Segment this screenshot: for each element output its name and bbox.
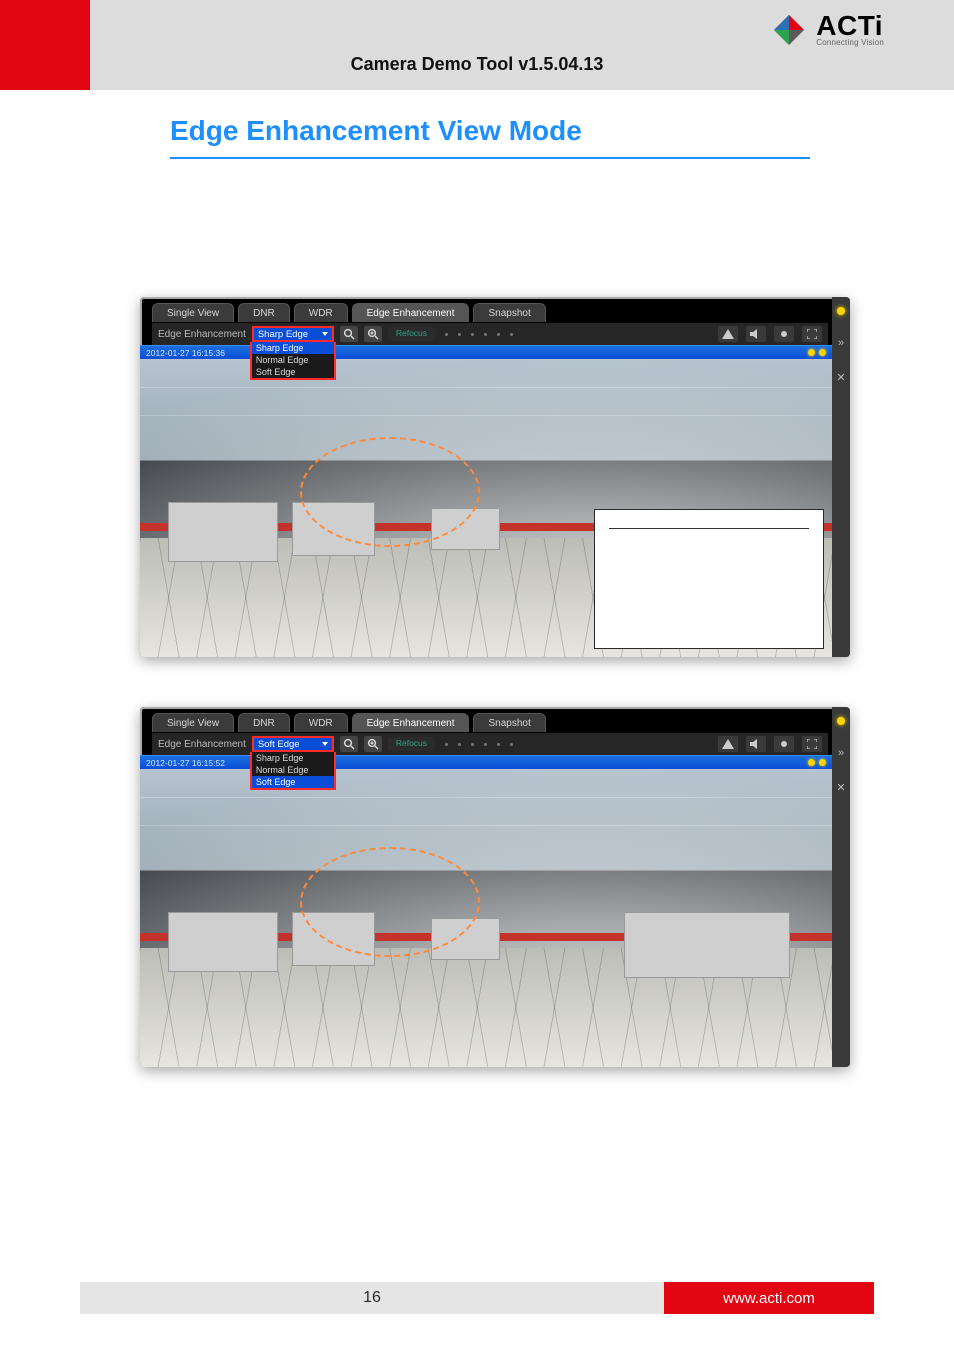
- stream-info-bar: 2012-01-27 16:15:36: [140, 345, 832, 359]
- logo-text-block: ACTi Connecting Vision: [816, 12, 884, 47]
- tab-single-view[interactable]: Single View: [152, 303, 234, 322]
- tab-snapshot[interactable]: Snapshot: [473, 713, 545, 732]
- edge-mode-dropdown[interactable]: Sharp Edge Sharp Edge Normal Edge Soft E…: [252, 326, 334, 342]
- section-rule: [170, 157, 810, 159]
- mode-tabs: Single View DNR WDR Edge Enhancement Sna…: [152, 303, 546, 322]
- warning-icon[interactable]: [718, 736, 738, 752]
- status-leds: [808, 349, 826, 356]
- tab-edge-enhancement[interactable]: Edge Enhancement: [352, 713, 470, 732]
- section-title: Edge Enhancement View Mode: [170, 115, 824, 147]
- stream-info-bar: 2012-01-27 16:15:52: [140, 755, 832, 769]
- chevron-down-icon: [322, 742, 328, 746]
- record-icon[interactable]: [774, 736, 794, 752]
- annotation-callout: [594, 509, 824, 649]
- dropdown-selected: Sharp Edge: [258, 329, 308, 340]
- tool-icon[interactable]: ✕: [832, 781, 850, 794]
- timestamp: 2012-01-27 16:15:36: [146, 348, 225, 358]
- scene-partition: [168, 502, 279, 562]
- zoom-in-button[interactable]: [364, 736, 382, 752]
- highlight-ellipse: [300, 437, 480, 547]
- zoom-out-button[interactable]: [340, 326, 358, 342]
- record-indicator-icon: [837, 307, 845, 315]
- fullscreen-icon[interactable]: [802, 736, 822, 752]
- dropdown-options: Sharp Edge Normal Edge Soft Edge: [250, 752, 336, 790]
- screenshot-1: » ✕ Single View DNR WDR Edge Enhancement…: [140, 297, 850, 657]
- document-title: Camera Demo Tool v1.5.04.13: [0, 54, 954, 75]
- scene-partition: [168, 912, 279, 972]
- record-indicator-icon: [837, 717, 845, 725]
- dropdown-options: Sharp Edge Normal Edge Soft Edge: [250, 342, 336, 380]
- highlight-ellipse: [300, 847, 480, 957]
- screenshot-sidebar: » ✕: [832, 707, 850, 1067]
- video-viewport: [140, 359, 832, 657]
- logo-icon: [772, 13, 806, 47]
- tab-dnr[interactable]: DNR: [238, 713, 290, 732]
- scene-partition: [624, 912, 790, 978]
- toolbar: Edge Enhancement Soft Edge Sharp Edge No…: [152, 733, 828, 755]
- timestamp: 2012-01-27 16:15:52: [146, 758, 225, 768]
- dropdown-selected: Soft Edge: [258, 739, 300, 750]
- tab-edge-enhancement[interactable]: Edge Enhancement: [352, 303, 470, 322]
- brand-logo: ACTi Connecting Vision: [772, 12, 884, 47]
- led-icon: [819, 759, 826, 766]
- fullscreen-icon[interactable]: [802, 326, 822, 342]
- screenshot-2: » ✕ Single View DNR WDR Edge Enhancement…: [140, 707, 850, 1067]
- video-viewport: [140, 769, 832, 1067]
- refocus-button[interactable]: Refocus: [388, 737, 435, 751]
- tab-wdr[interactable]: WDR: [294, 713, 348, 732]
- dropdown-option[interactable]: Soft Edge: [252, 366, 334, 378]
- tool-icon[interactable]: ✕: [832, 371, 850, 384]
- document-header: Camera Demo Tool v1.5.04.13 ACTi Connect…: [0, 0, 954, 90]
- expand-icon[interactable]: »: [832, 747, 850, 759]
- mode-tabs: Single View DNR WDR Edge Enhancement Sna…: [152, 713, 546, 732]
- tab-wdr[interactable]: WDR: [294, 303, 348, 322]
- status-leds: [808, 759, 826, 766]
- toolbar: Edge Enhancement Sharp Edge Sharp Edge N…: [152, 323, 828, 345]
- edge-mode-dropdown[interactable]: Soft Edge Sharp Edge Normal Edge Soft Ed…: [252, 736, 334, 752]
- logo-tagline: Connecting Vision: [816, 38, 884, 47]
- tab-dnr[interactable]: DNR: [238, 303, 290, 322]
- dropdown-option[interactable]: Normal Edge: [252, 764, 334, 776]
- footer-url: www.acti.com: [664, 1282, 874, 1314]
- led-icon: [808, 349, 815, 356]
- page-number: 16: [80, 1282, 664, 1314]
- dropdown-option[interactable]: Sharp Edge: [252, 342, 334, 354]
- zoom-in-button[interactable]: [364, 326, 382, 342]
- record-icon[interactable]: [774, 326, 794, 342]
- expand-icon[interactable]: »: [832, 337, 850, 349]
- header-accent: [0, 0, 90, 90]
- refocus-button[interactable]: Refocus: [388, 327, 435, 341]
- toolbar-label: Edge Enhancement: [158, 329, 246, 340]
- logo-text: ACTi: [816, 12, 884, 40]
- mute-icon[interactable]: [746, 736, 766, 752]
- led-icon: [808, 759, 815, 766]
- callout-rule: [609, 528, 809, 529]
- document-footer: 16 www.acti.com: [80, 1282, 874, 1314]
- tab-snapshot[interactable]: Snapshot: [473, 303, 545, 322]
- mute-icon[interactable]: [746, 326, 766, 342]
- chevron-down-icon: [322, 332, 328, 336]
- slider-ticks: [445, 743, 513, 746]
- tab-single-view[interactable]: Single View: [152, 713, 234, 732]
- dropdown-option[interactable]: Normal Edge: [252, 354, 334, 366]
- toolbar-label: Edge Enhancement: [158, 739, 246, 750]
- slider-ticks: [445, 333, 513, 336]
- dropdown-option[interactable]: Soft Edge: [252, 776, 334, 788]
- led-icon: [819, 349, 826, 356]
- dropdown-option[interactable]: Sharp Edge: [252, 752, 334, 764]
- zoom-out-button[interactable]: [340, 736, 358, 752]
- warning-icon[interactable]: [718, 326, 738, 342]
- screenshot-sidebar: » ✕: [832, 297, 850, 657]
